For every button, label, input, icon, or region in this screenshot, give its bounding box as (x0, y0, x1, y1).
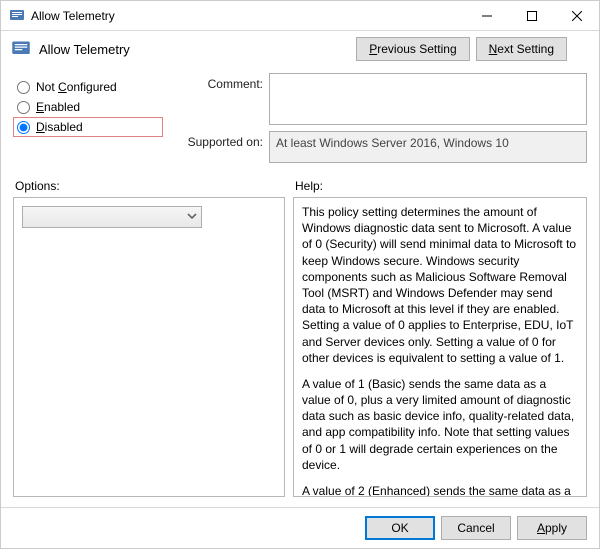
options-label: Options: (13, 179, 293, 193)
minimize-button[interactable] (464, 1, 509, 31)
policy-icon (11, 39, 31, 59)
apply-button[interactable]: Apply (517, 516, 587, 540)
help-panel[interactable]: This policy setting determines the amoun… (293, 197, 587, 497)
radio-enabled-label: Enabled (36, 100, 80, 114)
dialog-footer: OK Cancel Apply (1, 507, 599, 548)
maximize-button[interactable] (509, 1, 554, 31)
options-panel (13, 197, 285, 497)
title-bar: Allow Telemetry (1, 1, 599, 31)
policy-icon (9, 8, 25, 24)
radio-not-configured-label: Not Configured (36, 80, 117, 94)
radio-disabled[interactable]: Disabled (13, 117, 163, 137)
help-paragraph: A value of 2 (Enhanced) sends the same d… (302, 483, 578, 497)
supported-on-label: Supported on: (173, 131, 263, 163)
comment-label: Comment: (173, 73, 263, 125)
comment-textarea[interactable] (269, 73, 587, 125)
help-label: Help: (293, 179, 587, 193)
radio-not-configured-input[interactable] (17, 81, 30, 94)
close-button[interactable] (554, 1, 599, 31)
help-paragraph: This policy setting determines the amoun… (302, 204, 578, 366)
cancel-button[interactable]: Cancel (441, 516, 511, 540)
previous-setting-button[interactable]: Previous Setting (356, 37, 469, 61)
radio-enabled[interactable]: Enabled (13, 97, 163, 117)
radio-disabled-input[interactable] (17, 121, 30, 134)
policy-title: Allow Telemetry (39, 42, 348, 57)
radio-disabled-label: Disabled (36, 120, 83, 134)
header-row: Allow Telemetry Previous Setting Next Se… (1, 31, 599, 65)
window-title: Allow Telemetry (31, 9, 464, 23)
state-radio-group: Not Configured Enabled Disabled (13, 73, 163, 169)
chevron-down-icon (187, 210, 197, 224)
next-setting-button[interactable]: Next Setting (476, 37, 567, 61)
radio-enabled-input[interactable] (17, 101, 30, 114)
options-dropdown[interactable] (22, 206, 202, 228)
ok-button[interactable]: OK (365, 516, 435, 540)
supported-on-value: At least Windows Server 2016, Windows 10 (269, 131, 587, 163)
radio-not-configured[interactable]: Not Configured (13, 77, 163, 97)
help-paragraph: A value of 1 (Basic) sends the same data… (302, 376, 578, 473)
